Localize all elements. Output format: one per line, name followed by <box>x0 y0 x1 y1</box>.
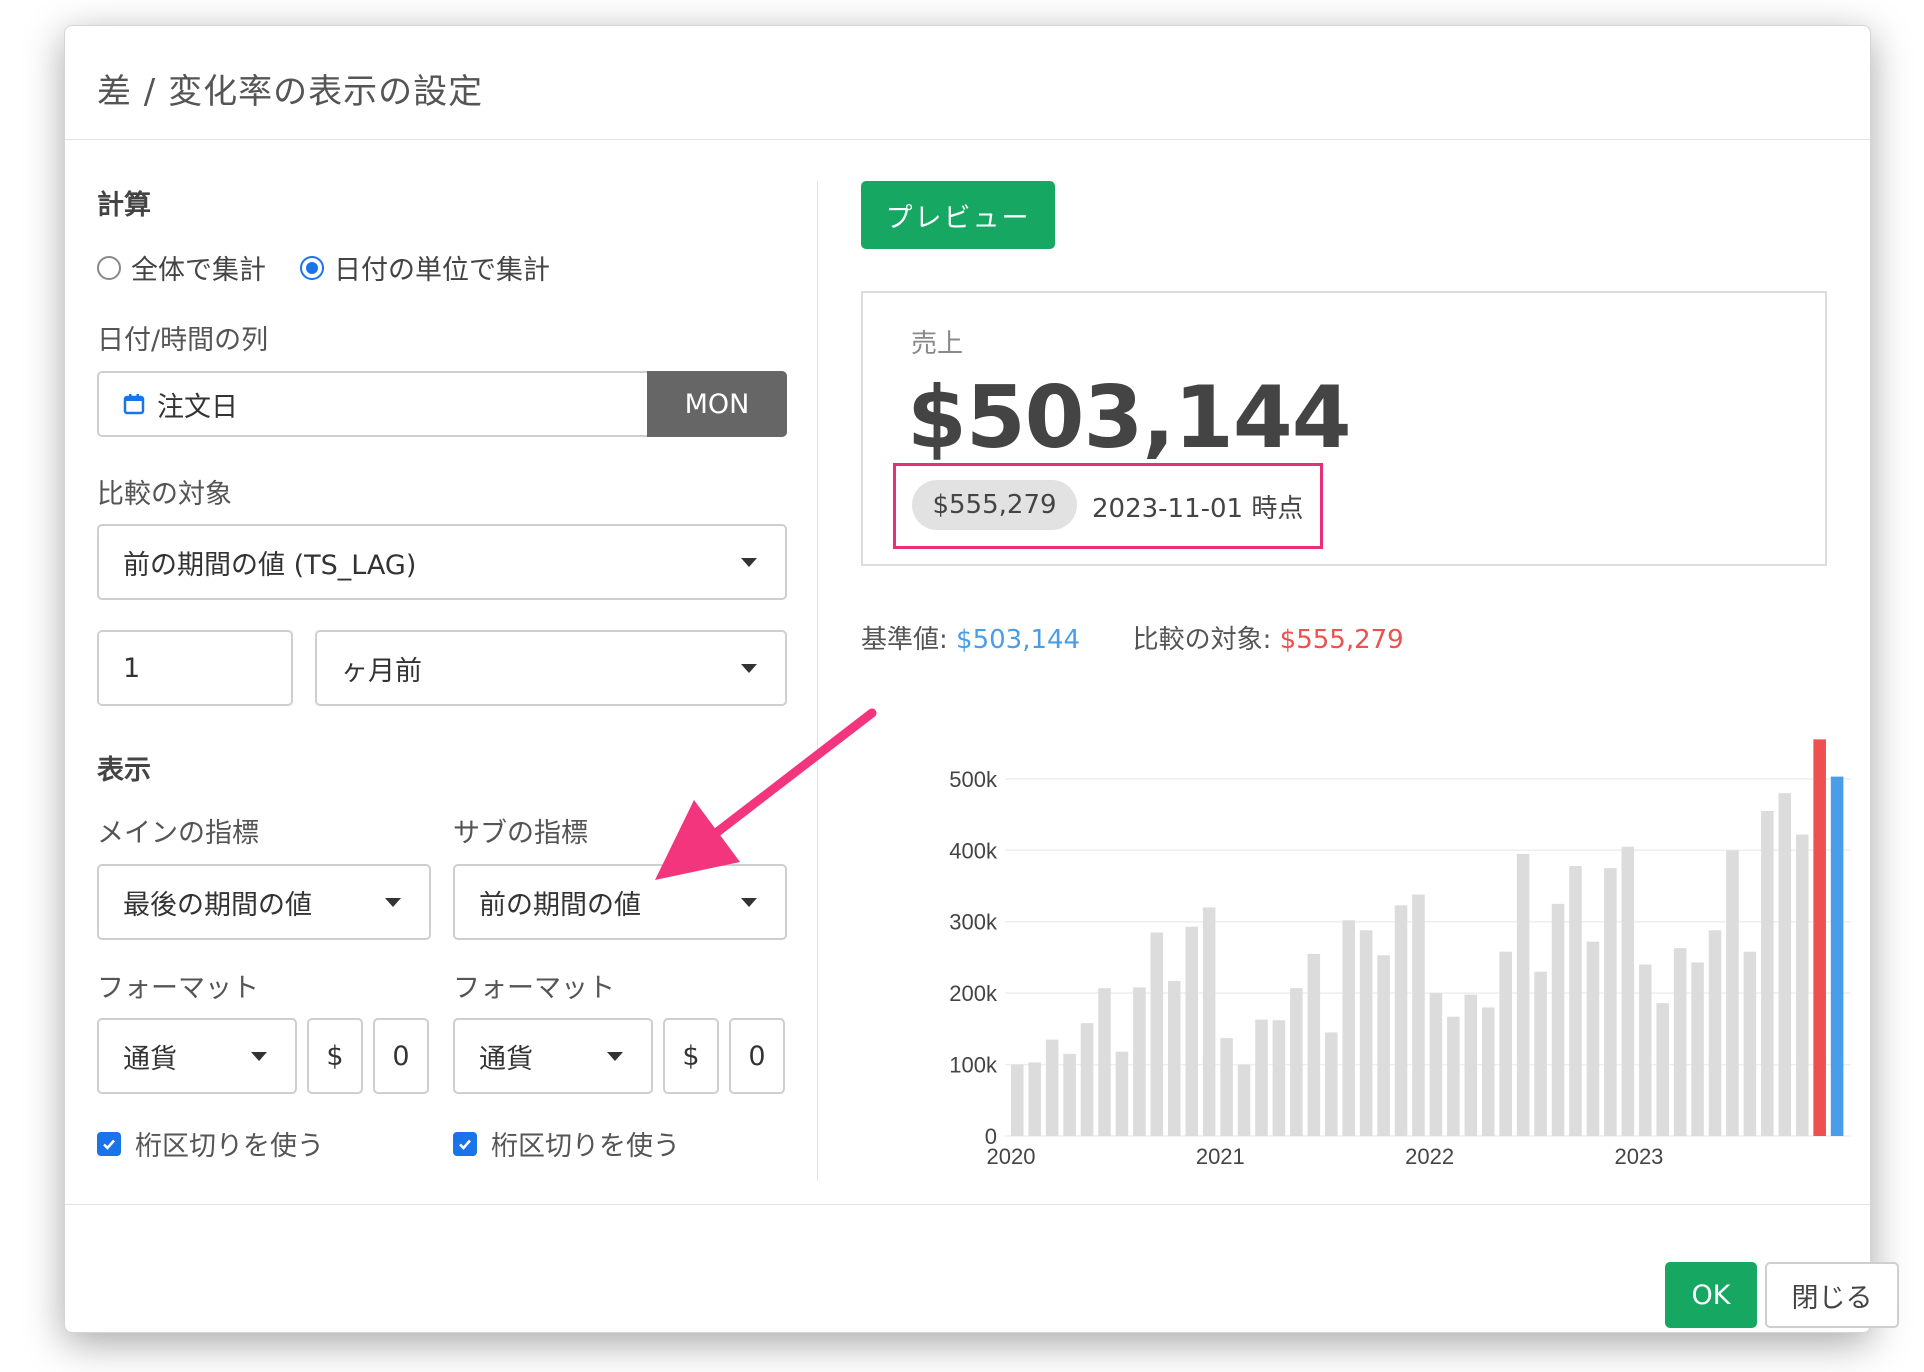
annotation-arrow-icon <box>655 708 877 880</box>
